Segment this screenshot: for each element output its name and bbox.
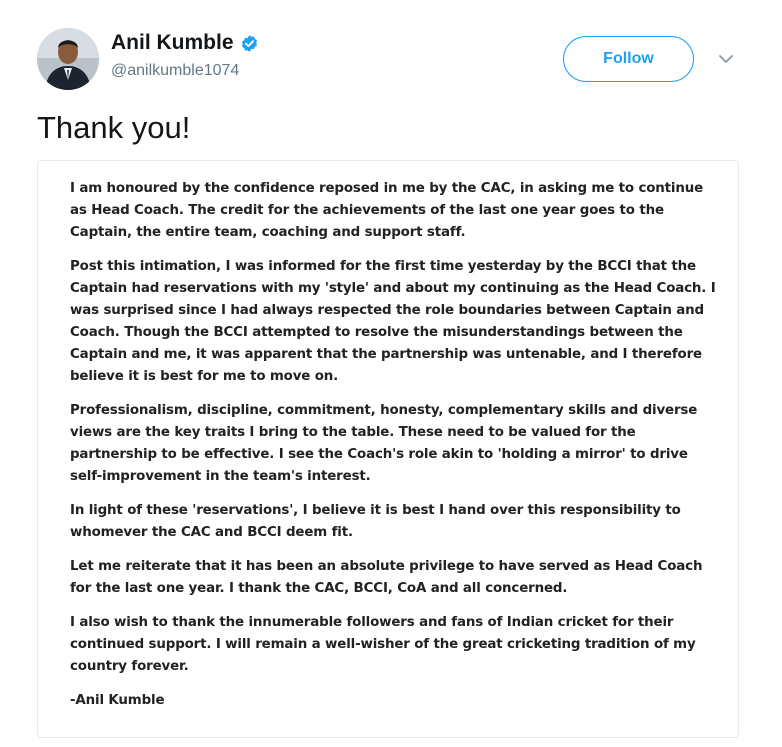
follow-button[interactable]: Follow (563, 36, 694, 82)
letter-paragraph: In light of these 'reservations', I beli… (70, 503, 681, 540)
letter-paragraph: Let me reiterate that it has been an abs… (70, 559, 703, 596)
profile-photo (37, 28, 99, 90)
avatar[interactable] (37, 28, 99, 90)
chevron-down-icon[interactable] (717, 52, 735, 66)
letter-paragraph: Professionalism, discipline, commitment,… (70, 403, 698, 484)
author-name-row: Anil Kumble (111, 31, 259, 55)
tweet-text: Thank you! (37, 110, 191, 145)
attached-letter-image[interactable]: I am honoured by the confidence reposed … (37, 160, 739, 738)
letter-signature: -Anil Kumble (70, 693, 165, 708)
letter-paragraph: I am honoured by the confidence reposed … (70, 181, 704, 240)
display-name[interactable]: Anil Kumble (111, 31, 234, 55)
handle[interactable]: @anilkumble1074 (111, 62, 239, 80)
letter-paragraph: Post this intimation, I was informed for… (70, 259, 716, 384)
verified-badge-icon (240, 34, 259, 53)
letter-paragraph: I also wish to thank the innumerable fol… (70, 615, 696, 674)
